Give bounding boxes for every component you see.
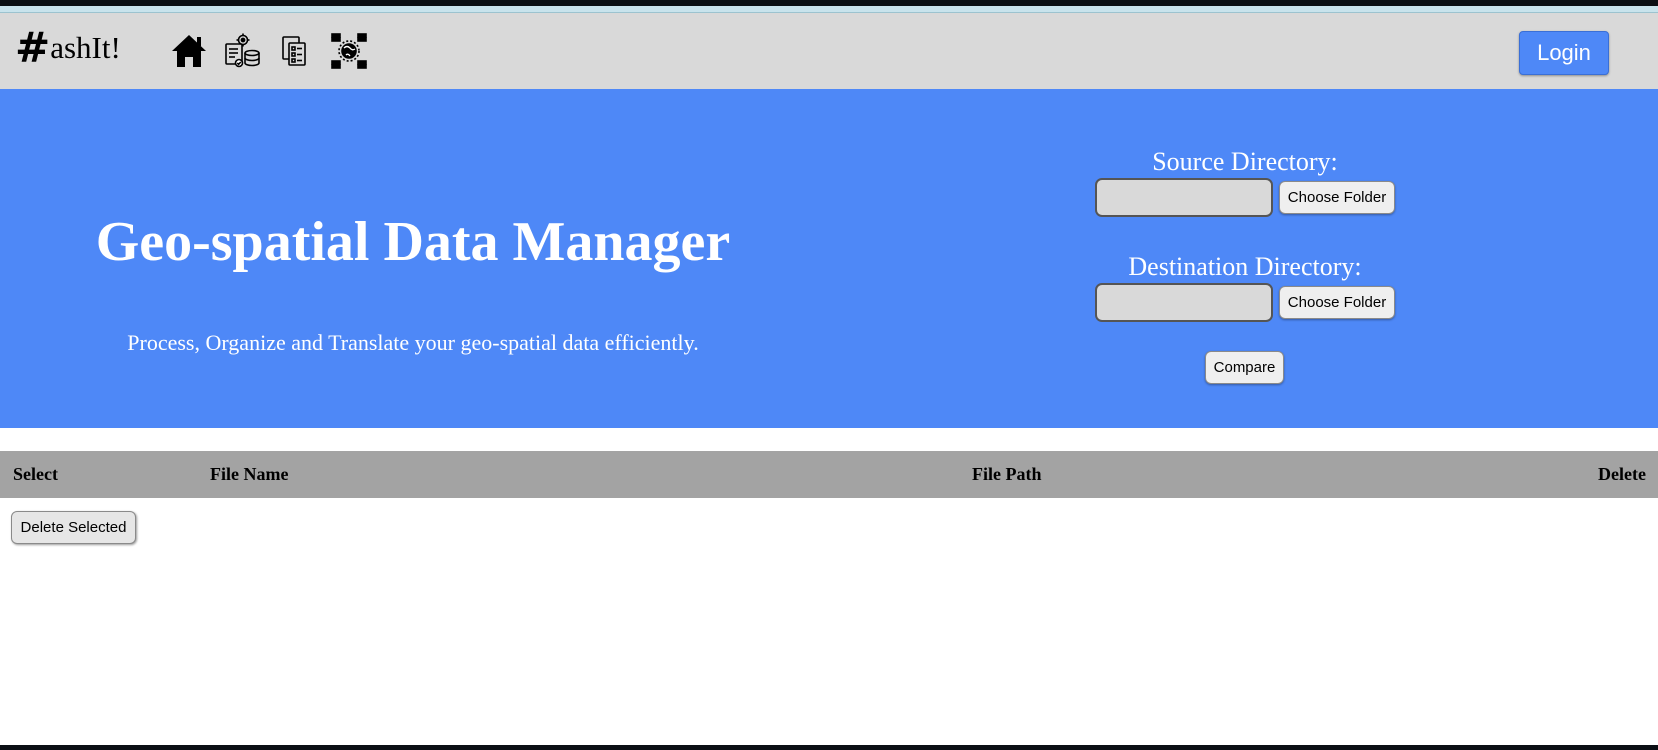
logo[interactable]: # ashIt! [15, 23, 121, 72]
source-directory-input[interactable] [1095, 178, 1273, 217]
compare-button[interactable]: Compare [1205, 351, 1284, 384]
geo-network-icon[interactable] [330, 32, 368, 70]
destination-directory-label: Destination Directory: [1128, 252, 1362, 281]
delete-selected-button[interactable]: Delete Selected [11, 511, 136, 544]
source-directory-label: Source Directory: [1152, 147, 1338, 176]
destination-choose-folder-button[interactable]: Choose Folder [1279, 286, 1395, 319]
destination-directory-input[interactable] [1095, 283, 1273, 322]
home-icon[interactable] [170, 32, 208, 70]
hero-banner: Geo-spatial Data Manager Process, Organi… [0, 89, 1658, 428]
page-title: Geo-spatial Data Manager [95, 211, 731, 273]
source-choose-folder-button[interactable]: Choose Folder [1279, 181, 1395, 214]
login-button[interactable]: Login [1519, 31, 1609, 75]
column-header-file-path: File Path [972, 464, 1042, 484]
column-header-select: Select [13, 464, 58, 484]
window-bottom-edge [0, 745, 1658, 750]
data-settings-icon[interactable] [223, 32, 261, 70]
window-top-border [0, 6, 1658, 13]
page-subtitle: Process, Organize and Translate your geo… [127, 330, 699, 355]
navbar: # ashIt! Login [0, 13, 1658, 89]
documents-icon[interactable] [277, 32, 315, 70]
logo-text: ashIt! [50, 30, 121, 65]
file-table-header: Select File Name File Path Delete [0, 451, 1658, 498]
logo-hash: # [15, 23, 51, 72]
column-header-file-name: File Name [210, 464, 289, 484]
column-header-delete: Delete [1598, 464, 1646, 484]
